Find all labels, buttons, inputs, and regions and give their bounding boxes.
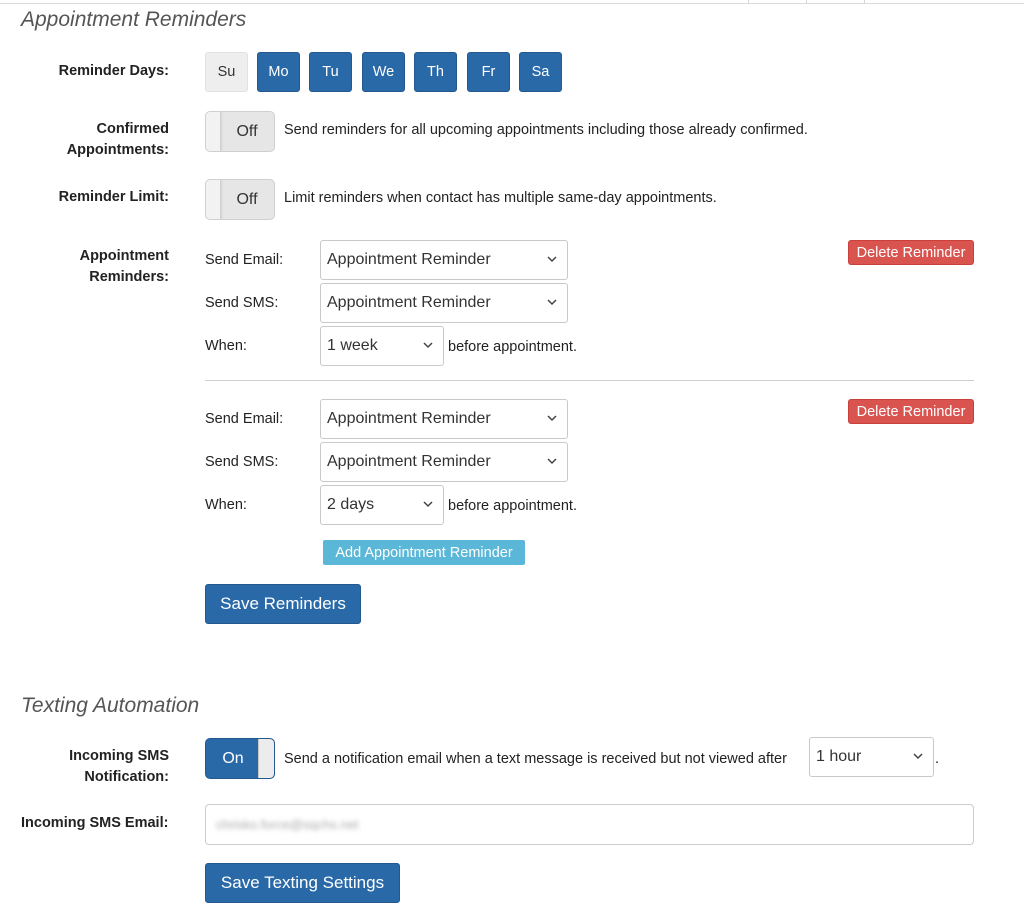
- incoming-sms-notification-toggle[interactable]: On: [205, 738, 275, 779]
- reminder-limit-label: Reminder Limit:: [58, 189, 169, 205]
- section-title-reminders: Appointment Reminders: [21, 8, 247, 31]
- when-select[interactable]: 2 days: [320, 485, 444, 525]
- select-value: Appointment Reminder: [327, 453, 491, 470]
- confirmed-label-line2: Appointments:: [66, 142, 169, 158]
- toggle-state-text: Off: [236, 190, 258, 208]
- incoming-sms-email-label: Incoming SMS Email:: [21, 815, 169, 831]
- incoming-period: .: [935, 751, 940, 767]
- day-button-mo[interactable]: Mo: [257, 52, 300, 92]
- when-label: When:: [205, 497, 247, 513]
- day-button-fr[interactable]: Fr: [467, 52, 510, 92]
- reminder-limit-toggle[interactable]: Off: [205, 179, 275, 220]
- chevron-down-icon: [913, 753, 923, 760]
- toggle-knob: [258, 739, 274, 778]
- incoming-after-select[interactable]: 1 hour: [809, 737, 934, 777]
- top-border: [0, 0, 1024, 4]
- select-value: Appointment Reminder: [327, 251, 491, 268]
- add-appointment-reminder-button[interactable]: Add Appointment Reminder: [323, 540, 525, 565]
- incoming-label-line2: Notification:: [84, 769, 169, 785]
- toggle-state-text: On: [222, 749, 244, 767]
- reminder-days-label: Reminder Days:: [58, 63, 169, 79]
- appointment-reminders-label: Appointment Reminders:: [21, 246, 169, 288]
- chevron-down-icon: [547, 299, 557, 306]
- day-button-su[interactable]: Su: [205, 52, 248, 92]
- top-tab-divider: [806, 0, 807, 4]
- send-sms-label: Send SMS:: [205, 454, 279, 470]
- select-value: 1 week: [327, 337, 378, 354]
- confirmed-appointments-label: Confirmed Appointments:: [21, 119, 169, 161]
- chevron-down-icon: [423, 501, 433, 508]
- day-button-th[interactable]: Th: [414, 52, 457, 92]
- select-value: 1 hour: [816, 748, 862, 765]
- incoming-sms-email-input[interactable]: chrisko.force@sqchs.net: [205, 804, 974, 845]
- chevron-down-icon: [547, 256, 557, 263]
- section-title-texting: Texting Automation: [21, 694, 200, 717]
- toggle-state-text: Off: [236, 122, 258, 140]
- incoming-sms-description: Send a notification email when a text me…: [284, 751, 787, 767]
- send-sms-label: Send SMS:: [205, 295, 279, 311]
- day-button-tu[interactable]: Tu: [309, 52, 352, 92]
- save-reminders-button[interactable]: Save Reminders: [205, 584, 361, 624]
- select-value: Appointment Reminder: [327, 410, 491, 427]
- send-email-label: Send Email:: [205, 252, 284, 268]
- reminder-divider: [205, 380, 974, 381]
- when-suffix-text: before appointment.: [448, 498, 577, 514]
- top-tab-divider: [864, 0, 865, 4]
- send-email-select[interactable]: Appointment Reminder: [320, 399, 568, 439]
- top-tab-divider: [748, 0, 749, 4]
- appointment-reminders-label-line1: Appointment: [79, 248, 169, 264]
- save-texting-settings-button[interactable]: Save Texting Settings: [205, 863, 400, 903]
- email-value: chrisko.force@sqchs.net: [216, 817, 359, 832]
- incoming-sms-notification-label: Incoming SMS Notification:: [21, 746, 169, 788]
- day-button-we[interactable]: We: [362, 52, 405, 92]
- incoming-label-line1: Incoming SMS: [69, 748, 169, 764]
- confirmed-label-line1: Confirmed: [96, 121, 170, 137]
- confirmed-appointments-toggle[interactable]: Off: [205, 111, 275, 152]
- delete-reminder-button[interactable]: Delete Reminder: [848, 399, 974, 424]
- toggle-knob: [206, 112, 221, 151]
- chevron-down-icon: [547, 415, 557, 422]
- select-value: 2 days: [327, 496, 375, 513]
- when-select[interactable]: 1 week: [320, 326, 444, 366]
- send-sms-select[interactable]: Appointment Reminder: [320, 442, 568, 482]
- toggle-knob: [206, 180, 221, 219]
- chevron-down-icon: [423, 342, 433, 349]
- select-value: Appointment Reminder: [327, 294, 491, 311]
- day-button-sa[interactable]: Sa: [519, 52, 562, 92]
- reminder-limit-description: Limit reminders when contact has multipl…: [284, 190, 717, 206]
- send-sms-select[interactable]: Appointment Reminder: [320, 283, 568, 323]
- appointment-reminders-label-line2: Reminders:: [89, 269, 169, 285]
- send-email-label: Send Email:: [205, 411, 284, 427]
- delete-reminder-button[interactable]: Delete Reminder: [848, 240, 974, 265]
- when-suffix-text: before appointment.: [448, 339, 577, 355]
- when-label: When:: [205, 338, 247, 354]
- confirmed-appointments-description: Send reminders for all upcoming appointm…: [284, 122, 808, 138]
- chevron-down-icon: [547, 458, 557, 465]
- send-email-select[interactable]: Appointment Reminder: [320, 240, 568, 280]
